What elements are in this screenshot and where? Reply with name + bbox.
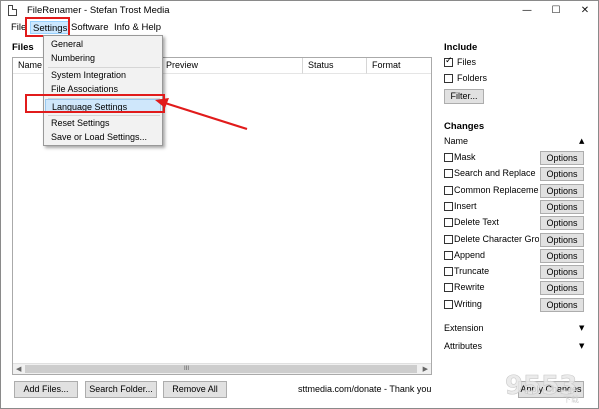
scrollbar-grip-icon: III xyxy=(184,366,190,372)
menu-item-general[interactable]: General xyxy=(45,37,161,51)
change-label: Delete Text xyxy=(454,217,499,227)
change-label: Rewrite xyxy=(454,282,485,292)
change-checkbox[interactable] xyxy=(444,251,453,260)
options-button[interactable]: Options xyxy=(540,216,584,230)
change-label: Truncate xyxy=(454,266,490,276)
change-checkbox[interactable] xyxy=(444,153,453,162)
folders-checkbox-label: Folders xyxy=(457,73,488,83)
change-label: Writing xyxy=(454,299,482,309)
menu-info-help[interactable]: Info & Help xyxy=(114,21,161,34)
collapse-up-icon[interactable]: ▲ xyxy=(579,137,584,145)
column-header-format[interactable]: Format xyxy=(367,58,431,74)
expand-down-icon[interactable]: ▼ xyxy=(579,342,584,350)
remove-all-button[interactable]: Remove All xyxy=(163,381,227,398)
include-title: Include xyxy=(444,42,478,53)
change-checkbox[interactable] xyxy=(444,202,453,211)
change-checkbox[interactable] xyxy=(444,283,453,292)
expand-down-icon[interactable]: ▼ xyxy=(579,324,584,332)
change-label: Common Replacements xyxy=(454,185,539,195)
options-button[interactable]: Options xyxy=(540,151,584,165)
name-group-label: Name xyxy=(444,136,469,146)
change-checkbox[interactable] xyxy=(444,235,453,244)
files-section-label: Files xyxy=(12,42,34,53)
app-document-icon xyxy=(8,5,17,16)
add-files-button[interactable]: Add Files... xyxy=(14,381,78,398)
watermark-subtext: 下载 xyxy=(563,394,579,404)
close-button[interactable]: ✕ xyxy=(571,3,599,19)
change-label: Delete Character Groups xyxy=(454,234,539,244)
search-folder-button[interactable]: Search Folder... xyxy=(85,381,157,398)
horizontal-scrollbar[interactable]: ◀ III ▶ xyxy=(13,363,431,374)
scroll-right-arrow-icon[interactable]: ▶ xyxy=(423,365,428,373)
changes-title: Changes xyxy=(444,121,485,132)
change-label: Insert xyxy=(454,201,477,211)
donate-link[interactable]: sttmedia.com/donate - Thank you xyxy=(298,384,431,394)
column-header-preview[interactable]: Preview xyxy=(161,58,303,74)
change-checkbox[interactable] xyxy=(444,169,453,178)
menu-item-numbering[interactable]: Numbering xyxy=(45,51,161,65)
scrollbar-thumb[interactable]: III xyxy=(25,365,417,373)
language-annotation-box xyxy=(25,94,165,113)
options-button[interactable]: Options xyxy=(540,167,584,181)
change-label: Mask xyxy=(454,152,476,162)
change-checkbox[interactable] xyxy=(444,267,453,276)
settings-annotation-box xyxy=(25,17,70,37)
attributes-group-label: Attributes xyxy=(444,341,483,351)
folders-checkbox[interactable] xyxy=(444,74,453,83)
files-checkbox[interactable] xyxy=(444,56,453,67)
settings-dropdown-menu: General Numbering System Integration Fil… xyxy=(43,35,163,146)
options-button[interactable]: Options xyxy=(540,265,584,279)
menu-bar: File Settings Software Info & Help xyxy=(1,20,598,35)
extension-group-label: Extension xyxy=(444,323,484,333)
options-button[interactable]: Options xyxy=(540,281,584,295)
window-title: FileRenamer - Stefan Trost Media xyxy=(27,5,170,16)
filter-button[interactable]: Filter... xyxy=(444,89,484,104)
scroll-left-arrow-icon[interactable]: ◀ xyxy=(16,365,21,373)
title-bar: FileRenamer - Stefan Trost Media — ☐ ✕ xyxy=(1,1,598,21)
annotation-arrow-icon xyxy=(155,98,248,131)
change-label: Append xyxy=(454,250,486,260)
menu-item-reset-settings[interactable]: Reset Settings xyxy=(45,116,161,130)
column-header-status[interactable]: Status xyxy=(303,58,367,74)
change-checkbox[interactable] xyxy=(444,186,453,195)
options-button[interactable]: Options xyxy=(540,233,584,247)
menu-item-save-load-settings[interactable]: Save or Load Settings... xyxy=(45,130,161,144)
app-window: FileRenamer - Stefan Trost Media — ☐ ✕ F… xyxy=(0,0,599,409)
menu-item-system-integration[interactable]: System Integration xyxy=(45,68,161,82)
watermark-logo-icon: 9553 下载 xyxy=(505,371,579,404)
change-checkbox[interactable] xyxy=(444,218,453,227)
options-button[interactable]: Options xyxy=(540,200,584,214)
change-checkbox[interactable] xyxy=(444,300,453,309)
files-checkbox-label: Files xyxy=(457,57,477,67)
maximize-button[interactable]: ☐ xyxy=(542,3,570,19)
change-label: Search and Replace xyxy=(454,168,536,178)
menu-software[interactable]: Software xyxy=(71,21,109,34)
options-button[interactable]: Options xyxy=(540,184,584,198)
options-button[interactable]: Options xyxy=(540,298,584,312)
options-button[interactable]: Options xyxy=(540,249,584,263)
minimize-button[interactable]: — xyxy=(513,3,541,19)
